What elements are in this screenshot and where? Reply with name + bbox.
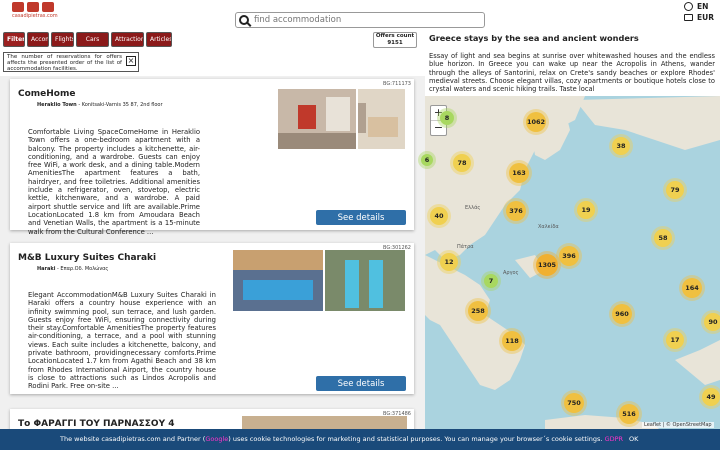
map-panel: Ελλάς Πάτρα Αργος Χαλκίδα Greece stays b… bbox=[425, 30, 720, 450]
cookie-text: The website casadipietras.com and Partne… bbox=[60, 429, 623, 450]
car-icon bbox=[12, 2, 24, 12]
gdpr-link[interactable]: GDPR bbox=[605, 435, 623, 443]
cookie-text-after: ) uses cookie technologies for marketing… bbox=[228, 435, 603, 443]
listing-card: BG:711173 ComeHome Heraklio Town - Konit… bbox=[10, 79, 414, 236]
notice-text: The number of reservations for offers af… bbox=[7, 54, 122, 72]
listing-street: - Επαρ.Οδ. Μολώνας bbox=[57, 266, 109, 272]
map-cluster-marker[interactable]: 6 bbox=[421, 154, 433, 166]
search-input[interactable] bbox=[254, 15, 474, 25]
map-cluster-marker[interactable]: 8 bbox=[440, 111, 454, 125]
listing-title[interactable]: M&B Luxury Suites Charaki bbox=[18, 253, 156, 263]
map-cluster-marker[interactable]: 118 bbox=[502, 331, 522, 351]
offers-count: Offers count 9151 bbox=[373, 32, 417, 48]
map-cluster-marker[interactable]: 376 bbox=[506, 201, 526, 221]
map-cluster-marker[interactable]: 38 bbox=[612, 137, 630, 155]
castle-icon bbox=[27, 2, 39, 12]
map-cluster-marker[interactable]: 40 bbox=[430, 207, 448, 225]
map-cluster-marker[interactable]: 12 bbox=[440, 253, 458, 271]
listing-street: - Konitsaki-Varnis 35 87, 2nd floor bbox=[78, 102, 163, 108]
map-cluster-marker[interactable]: 19 bbox=[577, 201, 595, 219]
reservations-notice: The number of reservations for offers af… bbox=[3, 52, 139, 72]
close-icon[interactable]: × bbox=[126, 56, 136, 66]
articles-tab[interactable]: Articles bbox=[146, 32, 172, 47]
map-cluster-marker[interactable]: 78 bbox=[453, 154, 471, 172]
filter-button[interactable]: Filter bbox=[3, 32, 25, 47]
see-details-button[interactable]: See details bbox=[316, 376, 406, 391]
flights-tab[interactable]: Flights bbox=[51, 32, 74, 47]
currency-label: EUR bbox=[697, 13, 714, 22]
listing-title[interactable]: ComeHome bbox=[18, 89, 75, 99]
listing-photo[interactable] bbox=[278, 89, 356, 149]
locale-switcher: EN EUR bbox=[684, 2, 714, 24]
listing-id: BG:711173 bbox=[383, 81, 411, 87]
map-intro: Greece stays by the sea and ancient wond… bbox=[425, 30, 720, 96]
listing-address: Haraki - Επαρ.Οδ. Μολώνας bbox=[37, 266, 108, 272]
cookie-bar: The website casadipietras.com and Partne… bbox=[0, 429, 720, 450]
map-cluster-marker[interactable]: 516 bbox=[619, 404, 639, 424]
map-cluster-marker[interactable]: 1305 bbox=[536, 254, 558, 276]
listing-description: Elegant AccommodationM&B Luxury Suites C… bbox=[28, 291, 216, 391]
search-icon bbox=[239, 15, 249, 25]
map-cluster-marker[interactable]: 396 bbox=[559, 246, 579, 266]
listing-description: Comfortable Living SpaceComeHome in Hera… bbox=[28, 128, 200, 236]
map-cluster-marker[interactable]: 58 bbox=[654, 229, 672, 247]
accommodation-tab[interactable]: Accommodation bbox=[27, 32, 49, 47]
listing-photo[interactable] bbox=[358, 89, 405, 149]
map-description: Essay of light and sea begins at sunrise… bbox=[429, 52, 715, 94]
map-cluster-marker[interactable]: 90 bbox=[704, 313, 720, 331]
map-cluster-marker[interactable]: 258 bbox=[468, 301, 488, 321]
map-cluster-marker[interactable]: 164 bbox=[682, 278, 702, 298]
globe-icon bbox=[684, 2, 693, 11]
attractions-tab[interactable]: Attractions bbox=[111, 32, 144, 47]
offers-number: 9151 bbox=[387, 40, 403, 46]
listing-address: Heraklio Town - Konitsaki-Varnis 35 87, … bbox=[37, 102, 163, 108]
cars-tab[interactable]: Cars bbox=[76, 32, 109, 47]
offers-label: Offers count bbox=[375, 33, 415, 39]
site-logo[interactable]: casadipietras.com bbox=[12, 2, 58, 19]
map-cluster-marker[interactable]: 7 bbox=[484, 274, 498, 288]
language-label: EN bbox=[697, 2, 709, 11]
map-cluster-marker[interactable]: 960 bbox=[612, 304, 632, 324]
map-label: Χαλκίδα bbox=[538, 224, 559, 230]
map-title: Greece stays by the sea and ancient wond… bbox=[429, 33, 639, 43]
header: casadipietras.com EN EUR bbox=[0, 0, 720, 30]
map-cluster-marker[interactable]: 1062 bbox=[526, 112, 546, 132]
umbrella-icon bbox=[42, 2, 54, 12]
filter-bar: Filter Accommodation Flights Cars Attrac… bbox=[3, 32, 172, 47]
language-selector[interactable]: EN bbox=[684, 2, 714, 11]
listing-panel: BG:711173 ComeHome Heraklio Town - Konit… bbox=[0, 76, 425, 450]
listing-city: Haraki bbox=[37, 266, 56, 272]
cookie-text-before: The website casadipietras.com and Partne… bbox=[60, 435, 206, 443]
cookie-ok-button[interactable]: OK bbox=[629, 429, 638, 450]
listing-photo[interactable] bbox=[233, 250, 323, 311]
map-cluster-marker[interactable]: 79 bbox=[666, 181, 684, 199]
logo-text: casadipietras.com bbox=[12, 13, 58, 19]
see-details-button[interactable]: See details bbox=[316, 210, 406, 225]
map-attribution[interactable]: Leaflet | © OpenStreetMap bbox=[642, 422, 714, 428]
listing-title[interactable]: Το ΦΑΡΑΓΓΙ ΤΟΥ ΠΑΡΝΑΣΣΟΥ 4 bbox=[18, 419, 174, 429]
google-link[interactable]: Google bbox=[205, 435, 228, 443]
listing-photo[interactable] bbox=[325, 250, 405, 311]
map-cluster-marker[interactable]: 163 bbox=[509, 163, 529, 183]
map-cluster-marker[interactable]: 17 bbox=[666, 331, 684, 349]
map-label: Ελλάς bbox=[465, 205, 481, 211]
currency-selector[interactable]: EUR bbox=[684, 13, 714, 22]
money-icon bbox=[684, 14, 693, 21]
map-label: Αργος bbox=[503, 270, 519, 276]
search-box[interactable] bbox=[235, 12, 485, 28]
listing-card: BG:301262 M&B Luxury Suites Charaki Hara… bbox=[10, 243, 414, 394]
listing-city: Heraklio Town bbox=[37, 102, 77, 108]
map-cluster-marker[interactable]: 750 bbox=[564, 393, 584, 413]
map-cluster-marker[interactable]: 49 bbox=[702, 388, 720, 406]
map-label: Πάτρα bbox=[457, 244, 474, 250]
